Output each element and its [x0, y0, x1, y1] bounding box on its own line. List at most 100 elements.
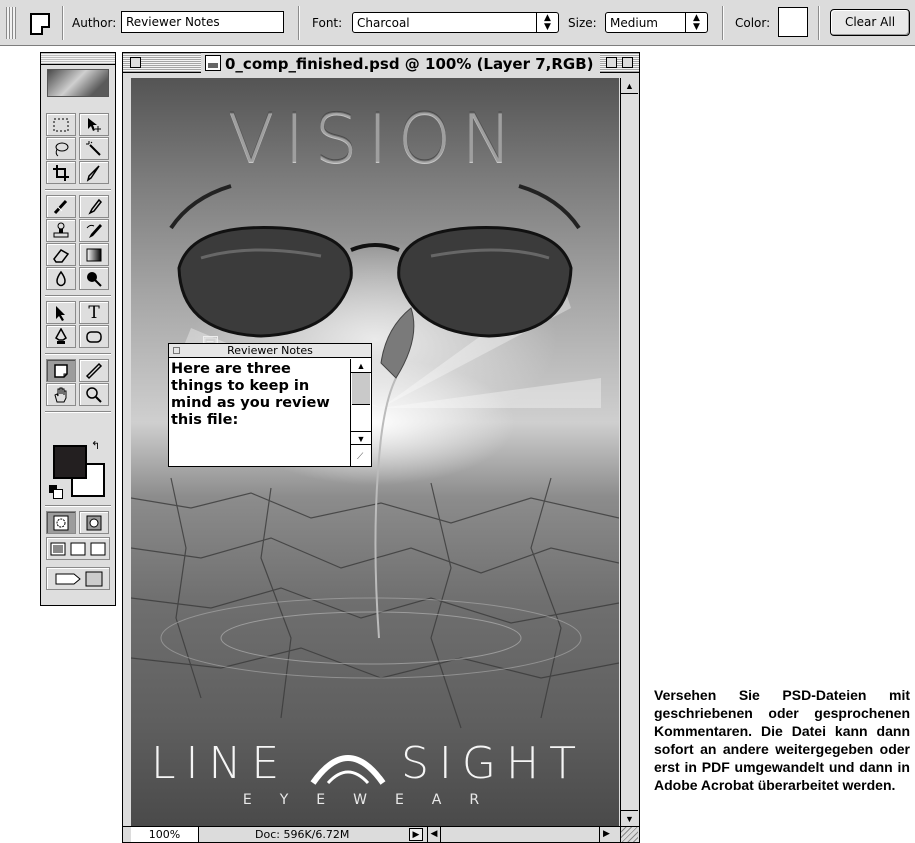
slice-tool[interactable]: [79, 161, 109, 184]
note-title-bar[interactable]: Reviewer Notes: [169, 344, 371, 358]
note-scrollbar[interactable]: ▲ ▼ ⟋: [350, 359, 371, 466]
document-title-text: 0_comp_finished.psd @ 100% (Layer 7,RGB): [225, 55, 594, 73]
gradient-tool[interactable]: [79, 243, 109, 266]
type-tool-icon: T: [88, 302, 100, 323]
zoom-level-field[interactable]: 100%: [131, 827, 199, 842]
close-box-icon[interactable]: [130, 57, 141, 68]
font-select-value: Charcoal: [357, 16, 410, 30]
scroll-down-arrow-icon[interactable]: ▼: [351, 431, 371, 445]
note-title: Reviewer Notes: [227, 344, 313, 357]
toolbox-title-bar[interactable]: [41, 53, 115, 65]
scroll-right-arrow-icon[interactable]: ▶: [599, 827, 613, 842]
author-input[interactable]: Reviewer Notes: [121, 11, 284, 33]
crop-tool[interactable]: [46, 161, 76, 184]
dodge-tool[interactable]: [79, 267, 109, 290]
psd-file-icon: [205, 55, 221, 71]
eyedropper-tool[interactable]: [79, 359, 109, 382]
zoom-box-icon[interactable]: [606, 57, 617, 68]
eraser-tool[interactable]: [46, 243, 76, 266]
swap-colors-icon[interactable]: ↰: [91, 439, 100, 452]
shape-tool[interactable]: [79, 325, 109, 348]
lasso-tool[interactable]: [46, 137, 76, 160]
divider: [45, 189, 111, 191]
collapse-box-icon[interactable]: [622, 57, 633, 68]
magic-wand-tool[interactable]: [79, 137, 109, 160]
scroll-down-arrow-icon[interactable]: ▼: [621, 810, 638, 826]
note-resize-icon[interactable]: ⟋: [357, 451, 363, 462]
document-window: 0_comp_finished.psd @ 100% (Layer 7,RGB): [122, 52, 640, 843]
screen-mode-buttons[interactable]: [46, 537, 110, 560]
document-size-info: Doc: 596K/6.72M: [255, 828, 350, 841]
type-tool[interactable]: T: [79, 301, 109, 324]
status-bar: 100% Doc: 596K/6.72M ▶ ◀ ▶: [123, 826, 639, 842]
vertical-scrollbar[interactable]: ▲ ▼: [620, 78, 638, 826]
scroll-up-arrow-icon[interactable]: ▲: [621, 78, 638, 94]
notes-icon: [54, 363, 68, 378]
document-title-bar[interactable]: 0_comp_finished.psd @ 100% (Layer 7,RGB): [123, 53, 639, 73]
hand-icon: [54, 387, 67, 402]
brand-sight-text: SIGHT: [401, 738, 586, 789]
note-close-icon[interactable]: [173, 347, 180, 354]
divider: [298, 6, 300, 40]
notes-tool-preset-icon[interactable]: [30, 13, 50, 35]
jump-to-imageready-icon: [55, 571, 103, 586]
divider: [722, 6, 724, 40]
window-resize-grip[interactable]: [620, 827, 638, 842]
notes-tool[interactable]: [46, 359, 76, 382]
options-bar-grip[interactable]: [6, 7, 16, 39]
note-text-area[interactable]: Here are three things to keep in mind as…: [171, 361, 347, 429]
clear-all-button[interactable]: Clear All: [830, 9, 910, 36]
move-tool[interactable]: [79, 113, 109, 136]
history-brush-tool[interactable]: [79, 219, 109, 242]
divider: [45, 505, 111, 507]
reviewer-note-popup[interactable]: Reviewer Notes Here are three things to …: [168, 343, 372, 467]
brand-eyewear-text: EYEWEAR: [242, 792, 508, 808]
gradient-icon: [86, 248, 102, 261]
zoom-icon: [86, 386, 102, 403]
sunglasses: [169, 184, 581, 338]
divider: [45, 353, 111, 355]
water-ripple: [160, 597, 582, 679]
image-canvas[interactable]: VISION LINE SIGHT EYEWEAR Reviewer Notes…: [131, 78, 619, 826]
screen-mode-icon: [50, 542, 106, 555]
line-sight-logo-mark: [310, 755, 386, 785]
standard-mode-button[interactable]: [46, 511, 76, 534]
note-color-swatch[interactable]: [778, 7, 808, 37]
options-bar: Author: Reviewer Notes Font: Charcoal ▲ ▼…: [0, 0, 915, 46]
toolbox: T ↰: [40, 52, 116, 606]
note-scroll-thumb[interactable]: [352, 373, 370, 405]
updown-arrows-icon: ▲ ▼: [536, 13, 558, 32]
font-select[interactable]: Charcoal ▲ ▼: [352, 12, 559, 33]
eraser-icon: [53, 248, 70, 263]
pen-tool[interactable]: [46, 325, 76, 348]
hand-tool[interactable]: [46, 383, 76, 406]
healing-brush-icon: [53, 199, 68, 214]
brush-icon: [88, 198, 102, 215]
pen-icon: [55, 327, 67, 344]
history-brush-icon: [86, 223, 102, 238]
zoom-tool[interactable]: [79, 383, 109, 406]
size-label: Size:: [568, 16, 597, 30]
marquee-tool[interactable]: [46, 113, 76, 136]
quick-mask-button[interactable]: [79, 511, 109, 534]
default-colors-icon[interactable]: [49, 485, 63, 499]
clone-stamp-icon: [53, 222, 69, 237]
magic-wand-icon: [86, 140, 101, 156]
blur-tool[interactable]: [46, 267, 76, 290]
scroll-up-arrow-icon[interactable]: ▲: [351, 359, 371, 373]
brand-line-text: LINE: [151, 738, 290, 789]
foreground-color-swatch[interactable]: [53, 445, 87, 479]
jump-to-imageready-button[interactable]: [46, 567, 110, 590]
brush-tool[interactable]: [79, 195, 109, 218]
updown-arrows-icon: ▲ ▼: [685, 13, 707, 32]
status-menu-arrow-icon[interactable]: ▶: [409, 828, 423, 841]
clone-stamp-tool[interactable]: [46, 219, 76, 242]
path-selection-tool[interactable]: [46, 301, 76, 324]
quick-mask-icon: [86, 515, 102, 530]
photoshop-logo[interactable]: [47, 69, 109, 97]
water-ripple: [220, 611, 522, 665]
size-select[interactable]: Medium ▲ ▼: [605, 12, 708, 33]
scroll-left-arrow-icon[interactable]: ◀: [427, 827, 441, 842]
healing-brush-tool[interactable]: [46, 195, 76, 218]
dodge-icon: [87, 271, 102, 287]
